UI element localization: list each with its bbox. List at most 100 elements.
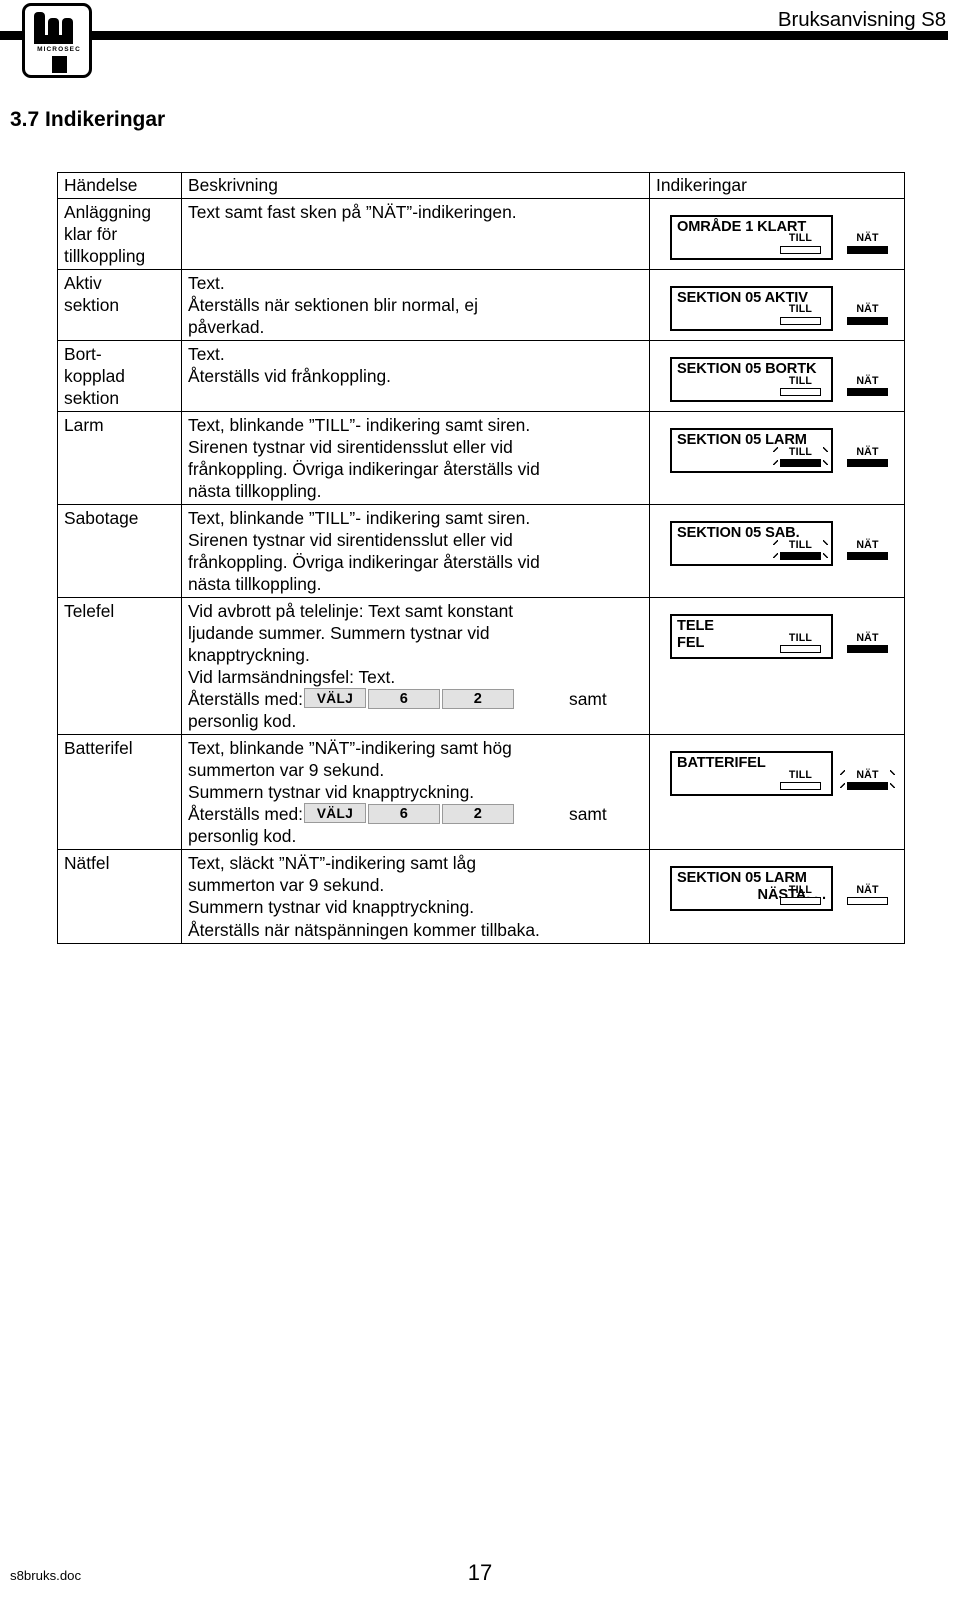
- led-bar: [847, 317, 888, 326]
- indication-wrapper: SEKTION 05 SAB. TILL NÄT: [656, 507, 900, 567]
- table-row: Batterifel Text, blinkande ”NÄT”-indikeri…: [57, 734, 905, 851]
- led-indicator-till: TILL: [780, 303, 821, 326]
- led-indicator-nät: NÄT: [847, 232, 888, 255]
- led-label: TILL: [788, 883, 813, 896]
- led-indicator-till: TILL: [780, 232, 821, 255]
- led-indicator-group: TILL NÄT: [780, 633, 888, 654]
- led-bar: [780, 388, 821, 397]
- indication-cell: SEKTION 05 BORTK TILL NÄT: [649, 340, 905, 413]
- led-label: NÄT: [856, 232, 879, 245]
- event-name: Telefel: [57, 597, 182, 736]
- indication-cell: BATTERIFEL TILL NÄT: [649, 734, 905, 851]
- led-label: TILL: [788, 768, 813, 781]
- led-indicator-till: TILL: [780, 374, 821, 397]
- led-indicator-till: TILL: [780, 770, 821, 791]
- led-bar: [780, 459, 821, 468]
- event-description: Text samt fast sken på ”NÄT”-indikeringe…: [181, 198, 650, 271]
- footer-page-number: 17: [467, 1560, 493, 1585]
- led-indicator-till: TILL: [773, 446, 821, 468]
- led-indicator-group: TILL NÄT: [780, 885, 888, 906]
- led-label: TILL: [788, 303, 813, 316]
- description-text-after-keys: personlig kod.: [188, 826, 297, 847]
- table-row: Telefel Vid avbrott på telelinje: Text sa…: [57, 597, 905, 736]
- table-row: Anläggning klar för tillkoppling Text sam…: [57, 198, 905, 271]
- led-bar: [847, 388, 888, 397]
- indication-wrapper: OMRÅDE 1 KLART TILL NÄT: [656, 201, 900, 261]
- led-bar: [780, 552, 821, 561]
- led-label: TILL: [788, 538, 813, 551]
- column-header: Beskrivning: [181, 171, 650, 200]
- led-label: NÄT: [856, 768, 879, 781]
- led-bar: [847, 645, 888, 654]
- indication-wrapper: BATTERIFEL TILL NÄT: [656, 737, 900, 797]
- logo-m-mark: [34, 12, 84, 44]
- led-indicator-group: TILL NÄT: [780, 770, 888, 791]
- led-indicator-till: TILL: [780, 885, 821, 906]
- event-description: Text, blinkande ”NÄT”-indikering samt hö…: [181, 734, 650, 851]
- led-indicator-nät: NÄT: [840, 768, 888, 791]
- description-text-after-keys: personlig kod.: [188, 711, 297, 732]
- table-row: Bort- kopplad sektion Text. Återställs vi…: [57, 340, 905, 413]
- event-description: Vid avbrott på telelinje: Text samt kons…: [181, 597, 650, 736]
- event-name: Batterifel: [57, 734, 182, 851]
- indication-wrapper: TELE FEL TILL NÄT: [656, 600, 900, 660]
- led-bar: [780, 246, 821, 255]
- column-header: Indikeringar: [649, 171, 905, 200]
- indication-wrapper: SEKTION 05 LARM NÄSTA. . . TILL NÄT: [656, 852, 900, 912]
- led-indicator-nät: NÄT: [847, 375, 888, 397]
- keypad-key-6[interactable]: 6: [368, 804, 441, 825]
- keypad-key-2[interactable]: 2: [442, 689, 515, 710]
- microsec-logo: MICROSEC: [22, 3, 92, 78]
- led-indicator-till: TILL: [773, 538, 821, 561]
- indication-cell: SEKTION 05 LARM NÄSTA. . . TILL NÄT: [649, 849, 905, 944]
- led-label: NÄT: [856, 538, 879, 551]
- table-header-row: Händelse Beskrivning Indikeringar: [57, 171, 905, 200]
- page-header: MICROSEC Bruksanvisning S8: [0, 0, 960, 92]
- indication-cell: SEKTION 05 AKTIV TILL NÄT: [649, 269, 905, 342]
- led-label: NÄT: [856, 303, 879, 316]
- table-row: Aktiv sektion Text. Återställs när sektio…: [57, 269, 905, 342]
- event-name: Larm: [57, 411, 182, 506]
- led-indicator-group: TILL NÄT: [773, 446, 888, 468]
- event-description: Text. Återställs vid frånkoppling.: [181, 340, 650, 413]
- event-description: Text. Återställs när sektionen blir norm…: [181, 269, 650, 342]
- led-indicator-group: TILL NÄT: [780, 232, 888, 255]
- event-name: Bort- kopplad sektion: [57, 340, 182, 413]
- led-indicator-group: TILL NÄT: [773, 538, 888, 561]
- keypad-key-6[interactable]: 6: [368, 689, 441, 710]
- indication-wrapper: SEKTION 05 BORTK TILL NÄT: [656, 343, 900, 403]
- indication-cell: SEKTION 05 SAB. TILL NÄT: [649, 504, 905, 599]
- led-bar: [780, 897, 821, 906]
- key-suffix-label: samt: [569, 689, 607, 710]
- column-header: Händelse: [57, 171, 182, 200]
- led-label: NÄT: [856, 883, 879, 896]
- led-bar: [847, 897, 888, 906]
- led-indicator-nät: NÄT: [847, 540, 888, 561]
- keypad-key-välj[interactable]: VÄLJ: [304, 688, 367, 709]
- led-bar: [780, 782, 821, 791]
- led-bar: [780, 317, 821, 326]
- led-indicator-nät: NÄT: [847, 446, 888, 468]
- indication-cell: SEKTION 05 LARM TILL NÄT: [649, 411, 905, 506]
- led-label: TILL: [788, 374, 813, 387]
- led-indicator-nät: NÄT: [847, 885, 888, 906]
- led-label: TILL: [788, 232, 813, 245]
- indication-wrapper: SEKTION 05 AKTIV TILL NÄT: [656, 272, 900, 332]
- event-description: Text, släckt ”NÄT”-indikering samt låg s…: [181, 849, 650, 944]
- keypad-key-2[interactable]: 2: [442, 804, 515, 825]
- table-row: Sabotage Text, blinkande ”TILL”- indikeri…: [57, 504, 905, 599]
- led-bar: [847, 552, 888, 561]
- table-row: Nätfel Text, släckt ”NÄT”-indikering samt…: [57, 849, 905, 944]
- led-indicator-nät: NÄT: [847, 303, 888, 326]
- led-label: TILL: [788, 631, 813, 644]
- led-bar: [847, 782, 888, 791]
- event-name: Anläggning klar för tillkoppling: [57, 198, 182, 271]
- led-label: NÄT: [856, 631, 879, 644]
- event-description: Text, blinkande ”TILL”- indikering samt …: [181, 411, 650, 506]
- logo-wordmark: MICROSEC: [37, 46, 81, 53]
- indication-wrapper: SEKTION 05 LARM TILL NÄT: [656, 414, 900, 474]
- event-name: Nätfel: [57, 849, 182, 944]
- keypad-key-välj[interactable]: VÄLJ: [304, 803, 367, 824]
- event-name: Aktiv sektion: [57, 269, 182, 342]
- led-indicator-group: TILL NÄT: [780, 374, 888, 397]
